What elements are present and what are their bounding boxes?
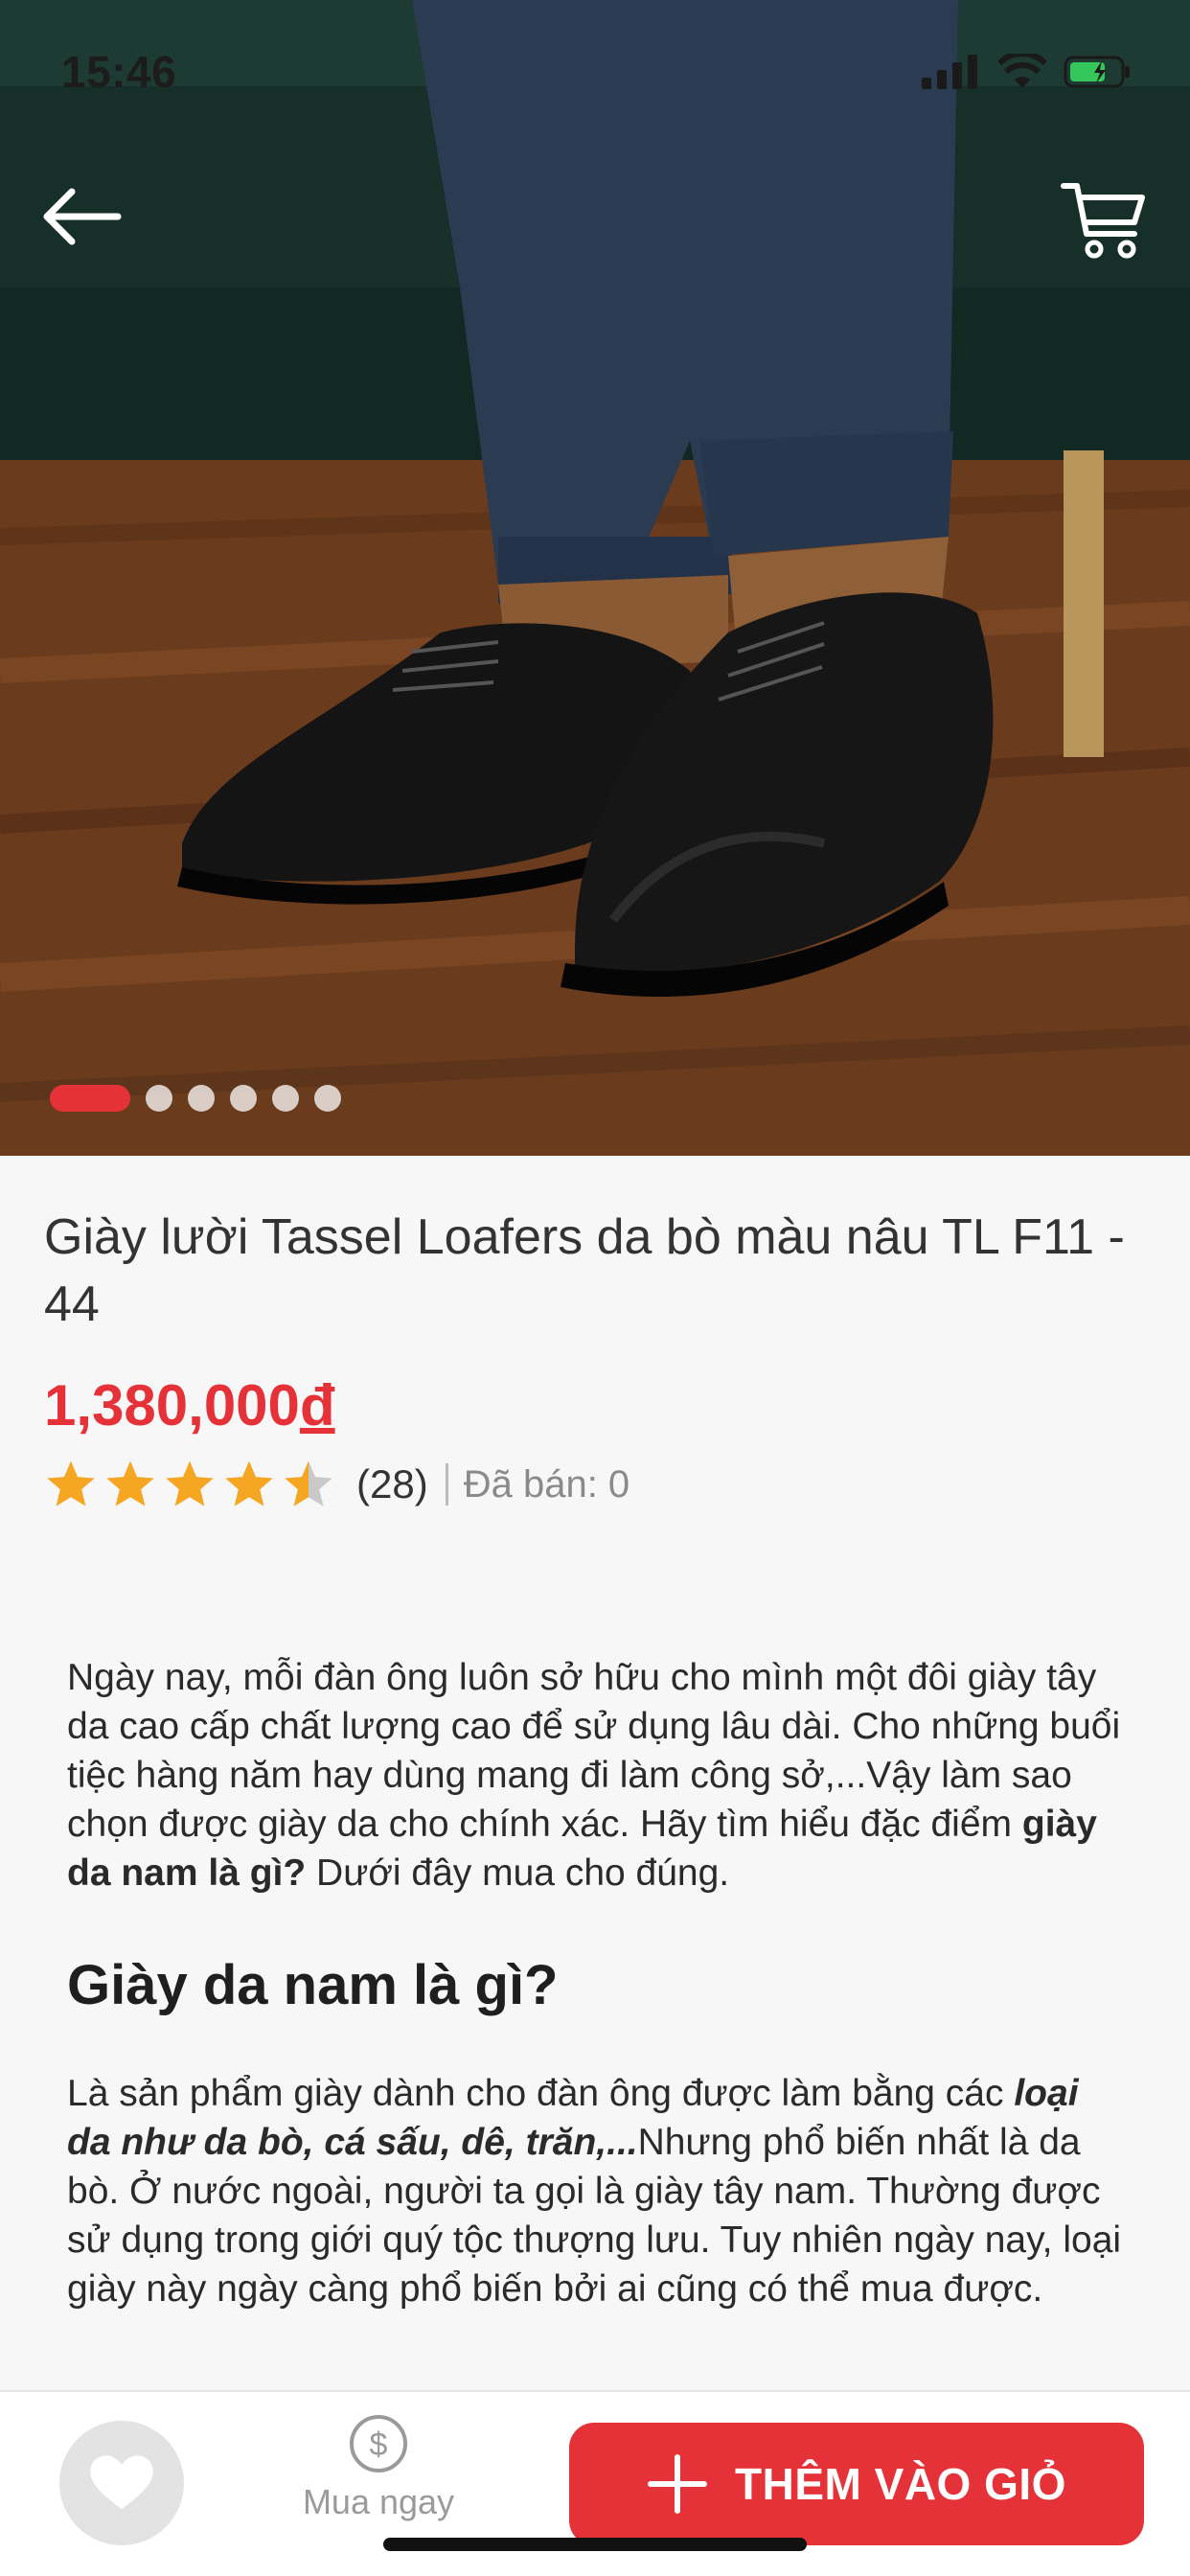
status-time: 15:46: [61, 47, 177, 97]
price-currency: đ: [299, 1373, 335, 1438]
plus-icon: [648, 2454, 708, 2514]
star-icon: [225, 1460, 273, 1506]
product-image-gallery[interactable]: 15:46: [0, 0, 1190, 1156]
buy-now-label: Mua ngay: [302, 2482, 455, 2521]
pager-dot[interactable]: [272, 1085, 299, 1112]
pager-dot[interactable]: [230, 1085, 257, 1112]
cart-icon: [1061, 183, 1145, 259]
description-text: Dưới đây mua cho đúng.: [306, 1852, 730, 1894]
price-value: 1,380,000: [44, 1373, 300, 1438]
star-icon: [166, 1460, 214, 1506]
back-button[interactable]: [38, 178, 125, 255]
half-star-icon: [285, 1460, 332, 1506]
star-icon: [47, 1460, 95, 1506]
pager-dot[interactable]: [314, 1085, 341, 1112]
description-paragraph: Ngày nay, mỗi đàn ông luôn sở hữu cho mì…: [67, 1653, 1131, 1898]
description-text: Là sản phẩm giày dành cho đàn ông được l…: [67, 2073, 1015, 2114]
svg-text:$: $: [370, 2426, 388, 2463]
add-to-cart-button[interactable]: THÊM VÀO GIỎ: [569, 2423, 1144, 2545]
product-title: Giày lười Tassel Loafers da bò màu nâu T…: [44, 1209, 1125, 1332]
pager-dot[interactable]: [146, 1085, 172, 1112]
rating-stars: [44, 1458, 335, 1511]
pager-dot-active[interactable]: [50, 1085, 130, 1112]
divider: [445, 1463, 448, 1506]
rating-row[interactable]: (28) Đã bán: 0: [44, 1456, 1146, 1513]
product-price: 1,380,000đ: [44, 1372, 1146, 1438]
description-text: Ngày nay, mỗi đàn ông luôn sở hữu cho mì…: [67, 1657, 1121, 1845]
product-photo: [0, 0, 1190, 1156]
favorite-button[interactable]: [59, 2421, 184, 2545]
star-icon: [106, 1460, 154, 1506]
heart-icon: [90, 2455, 153, 2510]
gallery-pager: [50, 1085, 341, 1112]
product-description: Ngày nay, mỗi đàn ông luôn sở hữu cho mì…: [67, 1653, 1131, 2313]
description-heading: Giày da nam là gì?: [67, 1954, 559, 2016]
signal-icon: [922, 55, 977, 89]
status-bar: 15:46: [0, 0, 1190, 134]
arrow-left-icon: [43, 188, 122, 245]
product-info: Giày lười Tassel Loafers da bò màu nâu T…: [0, 1156, 1190, 1513]
battery-icon: [1064, 56, 1130, 88]
pager-dot[interactable]: [188, 1085, 215, 1112]
home-indicator[interactable]: [383, 2538, 807, 2551]
wifi-icon: [998, 54, 1046, 88]
cart-button[interactable]: [1056, 172, 1152, 268]
buy-now-button[interactable]: $ Mua ngay: [287, 2413, 469, 2547]
add-to-cart-label: THÊM VÀO GIỎ: [735, 2459, 1066, 2509]
rating-count: (28): [356, 1461, 428, 1506]
status-icons: [922, 54, 1133, 90]
sold-count: Đã bán: 0: [463, 1462, 630, 1506]
description-paragraph: Là sản phẩm giày dành cho đàn ông được l…: [67, 2069, 1131, 2313]
dollar-icon: $: [350, 2415, 407, 2472]
